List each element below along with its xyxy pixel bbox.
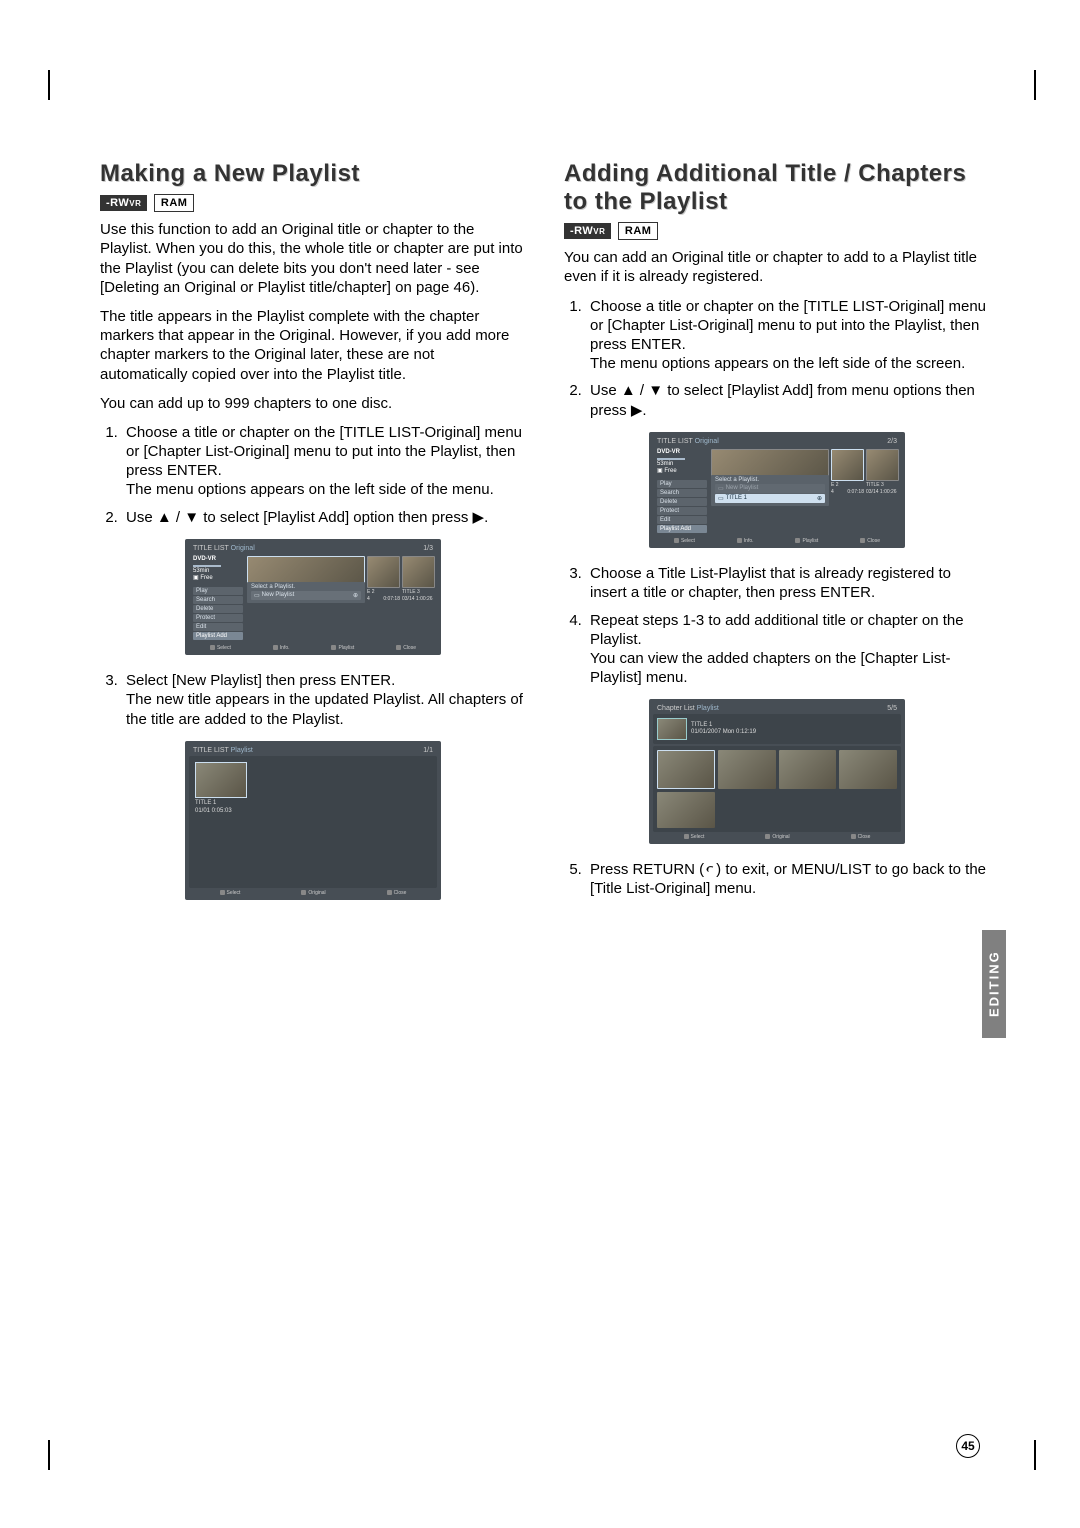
paragraph: Use this function to add an Original tit… [100,220,526,297]
step: Choose a Title List-Playlist that is alr… [586,564,990,602]
steps-list: Choose a title or chapter on the [TITLE … [100,423,526,527]
badge-rwvr: -RWVR [100,195,147,211]
step: Select [New Playlist] then press ENTER. … [122,671,526,729]
badge-ram: RAM [154,194,195,212]
steps-list: Press RETURN () to exit, or MENU/LIST to… [564,860,990,898]
screenshot-chapter-list-playlist: Chapter List Playlist 5/5 TITLE 1 01/01/… [649,699,905,844]
step: Press RETURN () to exit, or MENU/LIST to… [586,860,990,898]
right-column: Adding Additional Title / Chapters to th… [564,160,990,916]
paragraph: The title appears in the Playlist comple… [100,307,526,384]
side-tab: EDITING [982,930,1006,1038]
badge-ram: RAM [618,222,659,240]
step: Use ▲ / ▼ to select [Playlist Add] optio… [122,508,526,527]
content-columns: Making a New Playlist -RWVR RAM Use this… [100,160,990,916]
steps-list: Choose a title or chapter on the [TITLE … [564,297,990,420]
heading-left: Making a New Playlist [100,160,526,188]
step: Use ▲ / ▼ to select [Playlist Add] from … [586,381,990,419]
paragraph: You can add up to 999 chapters to one di… [100,394,526,413]
steps-list: Select [New Playlist] then press ENTER. … [100,671,526,729]
return-icon [704,863,716,875]
step: Repeat steps 1-3 to add additional title… [586,611,990,688]
step: Choose a title or chapter on the [TITLE … [586,297,990,374]
paragraph: You can add an Original title or chapter… [564,248,990,286]
screenshot-title-list-original: TITLE LIST Original 1/3 DVD-VR 53min ▣ F… [185,539,441,655]
step: Choose a title or chapter on the [TITLE … [122,423,526,500]
screenshot-title-list-playlist: TITLE LIST Playlist 1/1 TITLE 1 01/01 0:… [185,741,441,900]
heading-right: Adding Additional Title / Chapters to th… [564,160,990,216]
badge-rwvr: -RWVR [564,223,611,239]
page-number: 45 [956,1434,980,1458]
format-badges: -RWVR RAM [100,194,526,212]
steps-list: Choose a Title List-Playlist that is alr… [564,564,990,687]
format-badges: -RWVR RAM [564,222,990,240]
left-column: Making a New Playlist -RWVR RAM Use this… [100,160,526,916]
screenshot-title-list-original-2: TITLE LIST Original 2/3 DVD-VR 53min ▣ F… [649,432,905,548]
